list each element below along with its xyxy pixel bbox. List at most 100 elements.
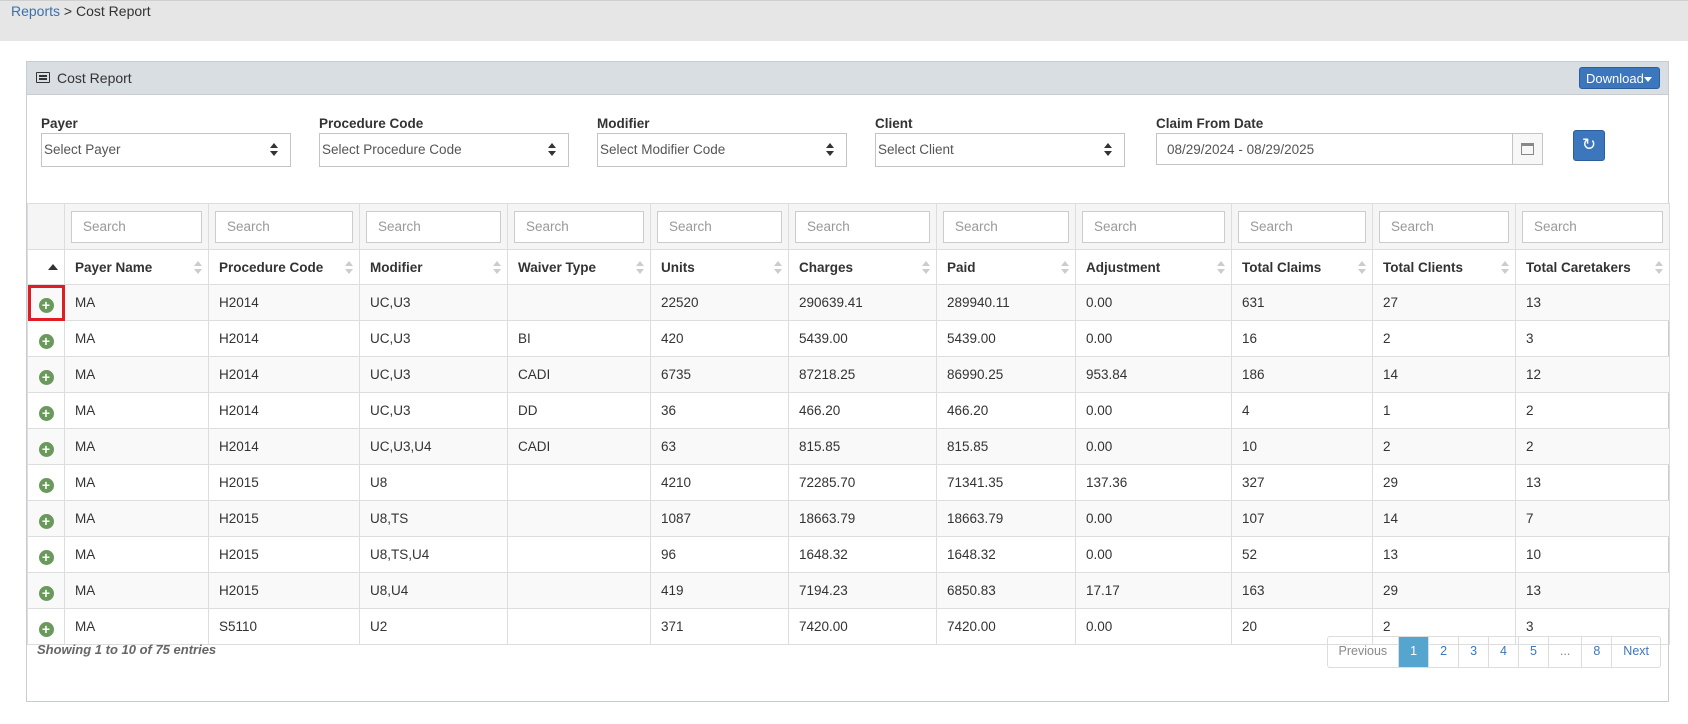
cell-modifier: U8,TS xyxy=(359,500,508,537)
column-header-modifier[interactable]: Modifier xyxy=(359,249,508,285)
expand-plus-icon[interactable]: + xyxy=(38,298,54,313)
expand-column-header[interactable] xyxy=(27,249,65,285)
column-header-total-claims[interactable]: Total Claims xyxy=(1231,249,1373,285)
column-header-waiver-type[interactable]: Waiver Type xyxy=(507,249,651,285)
expand-plus-icon[interactable]: + xyxy=(38,334,54,349)
column-header-procedure-code[interactable]: Procedure Code xyxy=(208,249,360,285)
cell-payer-name: MA xyxy=(64,320,209,357)
expand-plus-icon[interactable]: + xyxy=(38,550,54,565)
cell-waiver-type xyxy=(507,536,651,573)
cell-paid: 815.85 xyxy=(936,428,1076,465)
expand-plus-icon[interactable]: + xyxy=(38,370,54,385)
page-5[interactable]: 5 xyxy=(1517,637,1548,667)
list-icon xyxy=(36,72,50,83)
expand-plus-icon[interactable]: + xyxy=(38,586,54,601)
client-select[interactable]: Select Client xyxy=(875,133,1125,167)
cell-paid: 18663.79 xyxy=(936,500,1076,537)
search-input-units[interactable]: Search xyxy=(657,210,782,243)
cell-paid: 1648.32 xyxy=(936,536,1076,573)
sort-arrows-icon xyxy=(270,143,278,157)
column-header-charges[interactable]: Charges xyxy=(788,249,937,285)
column-header-payer-name[interactable]: Payer Name xyxy=(64,249,209,285)
page-next[interactable]: Next xyxy=(1611,637,1660,667)
refresh-button[interactable]: ↻ xyxy=(1573,130,1605,161)
page-1[interactable]: 1 xyxy=(1398,637,1429,667)
pagination: Previous 1 2 3 4 5... 8 Next xyxy=(1326,636,1661,668)
claim-date-input[interactable]: 08/29/2024 - 08/29/2025 xyxy=(1156,133,1543,165)
cell-payer-name: MA xyxy=(64,572,209,609)
column-header-total-clients[interactable]: Total Clients xyxy=(1372,249,1516,285)
cell-units: 36 xyxy=(650,392,789,429)
column-header-total-caretakers[interactable]: Total Caretakers xyxy=(1515,249,1670,285)
search-input-adjustment[interactable]: Search xyxy=(1082,210,1225,243)
column-header-label: Units xyxy=(661,259,695,275)
page-3[interactable]: 3 xyxy=(1458,637,1488,667)
cell-payer-name: MA xyxy=(64,536,209,573)
modifier-select[interactable]: Select Modifier Code xyxy=(597,133,847,167)
column-header-adjustment[interactable]: Adjustment xyxy=(1075,249,1232,285)
breadcrumb-reports-link[interactable]: Reports xyxy=(11,3,60,19)
search-input-waiver-type[interactable]: Search xyxy=(514,210,644,243)
expand-cell: + xyxy=(27,464,65,501)
sort-icon xyxy=(636,261,644,275)
cell-adjustment: 0.00 xyxy=(1075,284,1232,321)
cell-modifier: U8 xyxy=(359,464,508,501)
table-row: + MA H2015 U8,TS,U4 96 1648.32 1648.32 0.00 52 13… xyxy=(27,536,1670,573)
search-input-modifier[interactable]: Search xyxy=(366,210,501,243)
sort-icon xyxy=(774,261,782,275)
cell-total-caretakers: 12 xyxy=(1515,356,1670,393)
expand-plus-icon[interactable]: + xyxy=(38,442,54,457)
cell-payer-name: MA xyxy=(64,500,209,537)
cell-modifier: UC,U3 xyxy=(359,356,508,393)
search-input-payer-name[interactable]: Search xyxy=(71,210,202,243)
expand-cell: + xyxy=(27,356,65,393)
breadcrumb: Reports > Cost Report xyxy=(11,3,151,19)
cell-total-clients: 2 xyxy=(1372,428,1516,465)
page-previous[interactable]: Previous xyxy=(1328,637,1399,667)
cell-paid: 466.20 xyxy=(936,392,1076,429)
column-header-label: Procedure Code xyxy=(219,259,324,275)
expand-plus-icon[interactable]: + xyxy=(38,406,54,421)
page-4[interactable]: 4 xyxy=(1488,637,1518,667)
search-input-total-caretakers[interactable]: Search xyxy=(1522,210,1663,243)
search-spacer-cell xyxy=(27,203,65,250)
search-input-total-claims[interactable]: Search xyxy=(1238,210,1366,243)
cell-waiver-type xyxy=(507,500,651,537)
table-row: + MA H2014 UC,U3 22520 290639.41 289940.11 0.00… xyxy=(27,284,1670,321)
sort-icon xyxy=(1217,261,1225,275)
sort-icon xyxy=(345,261,353,275)
sort-icon xyxy=(1501,261,1509,275)
procedure-select[interactable]: Select Procedure Code xyxy=(319,133,569,167)
column-header-units[interactable]: Units xyxy=(650,249,789,285)
column-header-label: Payer Name xyxy=(75,259,153,275)
expand-plus-icon[interactable]: + xyxy=(38,478,54,493)
calendar-button[interactable] xyxy=(1512,134,1542,164)
page-2[interactable]: 2 xyxy=(1428,637,1458,667)
sort-up-icon xyxy=(48,264,58,270)
search-input-procedure-code[interactable]: Search xyxy=(215,210,353,243)
cell-adjustment: 0.00 xyxy=(1075,320,1232,357)
cell-charges: 815.85 xyxy=(788,428,937,465)
download-button[interactable]: Download xyxy=(1579,67,1660,89)
breadcrumb-separator: > xyxy=(60,3,76,19)
expand-plus-icon[interactable]: + xyxy=(38,514,54,529)
cell-units: 63 xyxy=(650,428,789,465)
cell-procedure-code: H2015 xyxy=(208,464,360,501)
cell-total-clients: 14 xyxy=(1372,356,1516,393)
search-input-total-clients[interactable]: Search xyxy=(1379,210,1509,243)
search-input-charges[interactable]: Search xyxy=(795,210,930,243)
payer-select[interactable]: Select Payer xyxy=(41,133,291,167)
procedure-select-value: Select Procedure Code xyxy=(322,142,462,157)
search-cell: Search xyxy=(507,203,651,250)
cell-procedure-code: H2014 xyxy=(208,428,360,465)
cost-report-table: Search Search Search Search Search Search Sear… xyxy=(27,203,1670,645)
cell-waiver-type xyxy=(507,284,651,321)
payer-select-value: Select Payer xyxy=(44,142,121,157)
page-8[interactable]: 8 xyxy=(1581,637,1611,667)
cell-total-clients: 27 xyxy=(1372,284,1516,321)
search-input-paid[interactable]: Search xyxy=(943,210,1069,243)
claim-date-label: Claim From Date xyxy=(1156,116,1264,131)
column-header-paid[interactable]: Paid xyxy=(936,249,1076,285)
table-row: + MA H2014 UC,U3,U4 CADI 63 815.85 815.85 0.00 10… xyxy=(27,428,1670,465)
cell-total-caretakers: 10 xyxy=(1515,536,1670,573)
